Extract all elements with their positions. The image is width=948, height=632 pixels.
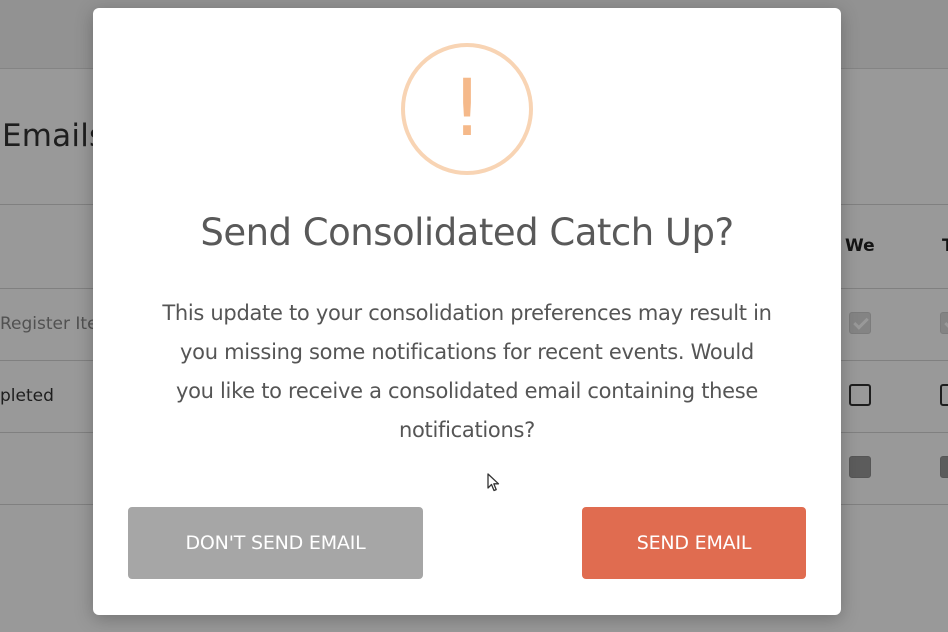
send-email-button[interactable]: SEND EMAIL	[582, 507, 806, 579]
mouse-cursor-icon	[487, 473, 500, 492]
message-line: you missing some notifications for recen…	[180, 340, 754, 364]
dialog-title: Send Consolidated Catch Up?	[200, 211, 734, 254]
message-line: notifications?	[399, 418, 535, 442]
warning-icon: !	[401, 43, 533, 175]
exclamation-mark: !	[451, 64, 483, 154]
dialog-message: This update to your consolidation prefer…	[123, 294, 811, 450]
screen: Emails We T Register Ite pleted ! Send C…	[0, 0, 948, 632]
confirm-dialog: ! Send Consolidated Catch Up? This updat…	[93, 8, 841, 615]
message-line: you like to receive a consolidated email…	[175, 379, 759, 403]
message-line: This update to your consolidation prefer…	[162, 301, 772, 325]
dont-send-email-button[interactable]: DON'T SEND EMAIL	[128, 507, 423, 579]
